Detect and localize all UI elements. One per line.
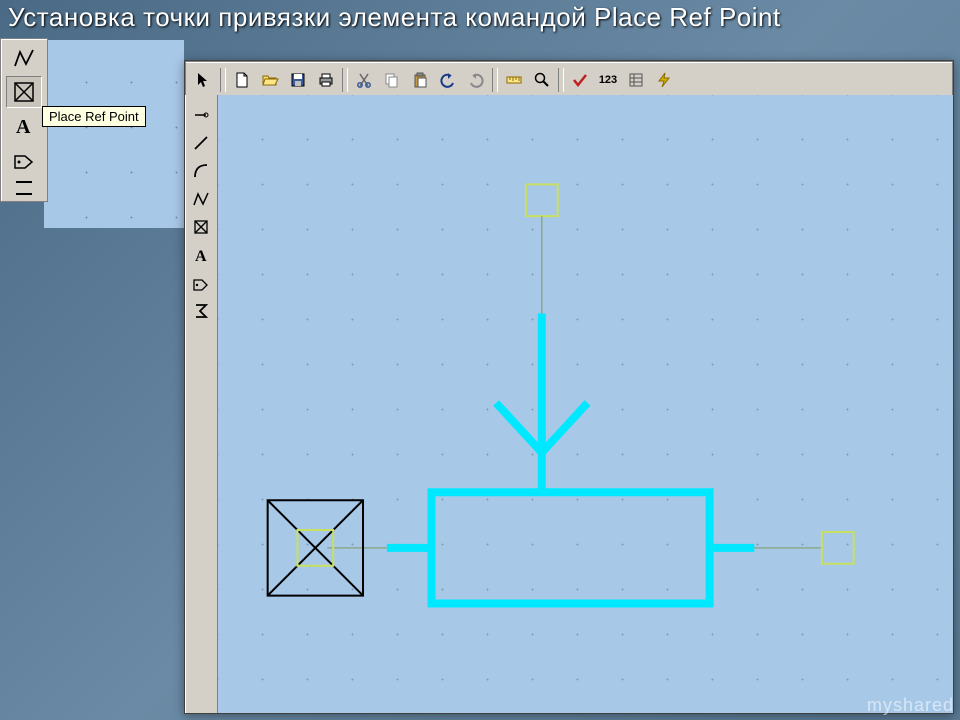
print-icon[interactable] [313,67,339,93]
zoom-icon[interactable] [529,67,555,93]
top-toolbar: 123 [185,61,953,99]
check-icon[interactable] [567,67,593,93]
save-icon[interactable] [285,67,311,93]
text-tool-icon[interactable]: A [188,242,214,268]
app-window: 123 [184,60,954,714]
polyline-tool-icon[interactable] [6,42,42,74]
polyline-tool-icon[interactable] [188,186,214,212]
tag-tool-icon[interactable] [6,144,42,176]
separator [220,68,226,92]
drawing-canvas[interactable] [218,95,953,713]
text-tool-icon[interactable]: A [6,110,42,142]
paste-icon[interactable] [407,67,433,93]
new-file-icon[interactable] [229,67,255,93]
tag-tool-icon[interactable] [188,270,214,296]
arc-tool-icon[interactable] [188,158,214,184]
watermark: myshared [867,695,954,716]
small-canvas-bg [44,40,184,228]
misc-tool-icon[interactable] [6,178,42,198]
refpoint-tool-icon[interactable] [6,76,42,108]
separator [492,68,498,92]
separator [558,68,564,92]
sigma-tool-icon[interactable] [188,298,214,324]
ruler-icon[interactable] [501,67,527,93]
undo-icon[interactable] [435,67,461,93]
side-toolbar: A [185,95,218,713]
options-icon[interactable] [623,67,649,93]
slide-title: Установка точки привязки элемента команд… [8,2,781,33]
cut-icon[interactable] [351,67,377,93]
left-toolbar-cropped: A [0,38,48,202]
separator [342,68,348,92]
select-arrow-icon[interactable] [191,67,217,93]
svg-text:A: A [195,248,207,264]
line-tool-icon[interactable] [188,130,214,156]
redo-icon[interactable] [463,67,489,93]
copy-icon[interactable] [379,67,405,93]
open-file-icon[interactable] [257,67,283,93]
tooltip: Place Ref Point [42,106,146,127]
run-bolt-icon[interactable] [651,67,677,93]
svg-text:A: A [16,116,31,138]
pin-tool-icon[interactable] [188,102,214,128]
num-label: 123 [599,74,617,86]
refpoint-tool-icon[interactable] [188,214,214,240]
schematic-drawing [218,95,953,711]
numbers-icon[interactable]: 123 [595,67,621,93]
